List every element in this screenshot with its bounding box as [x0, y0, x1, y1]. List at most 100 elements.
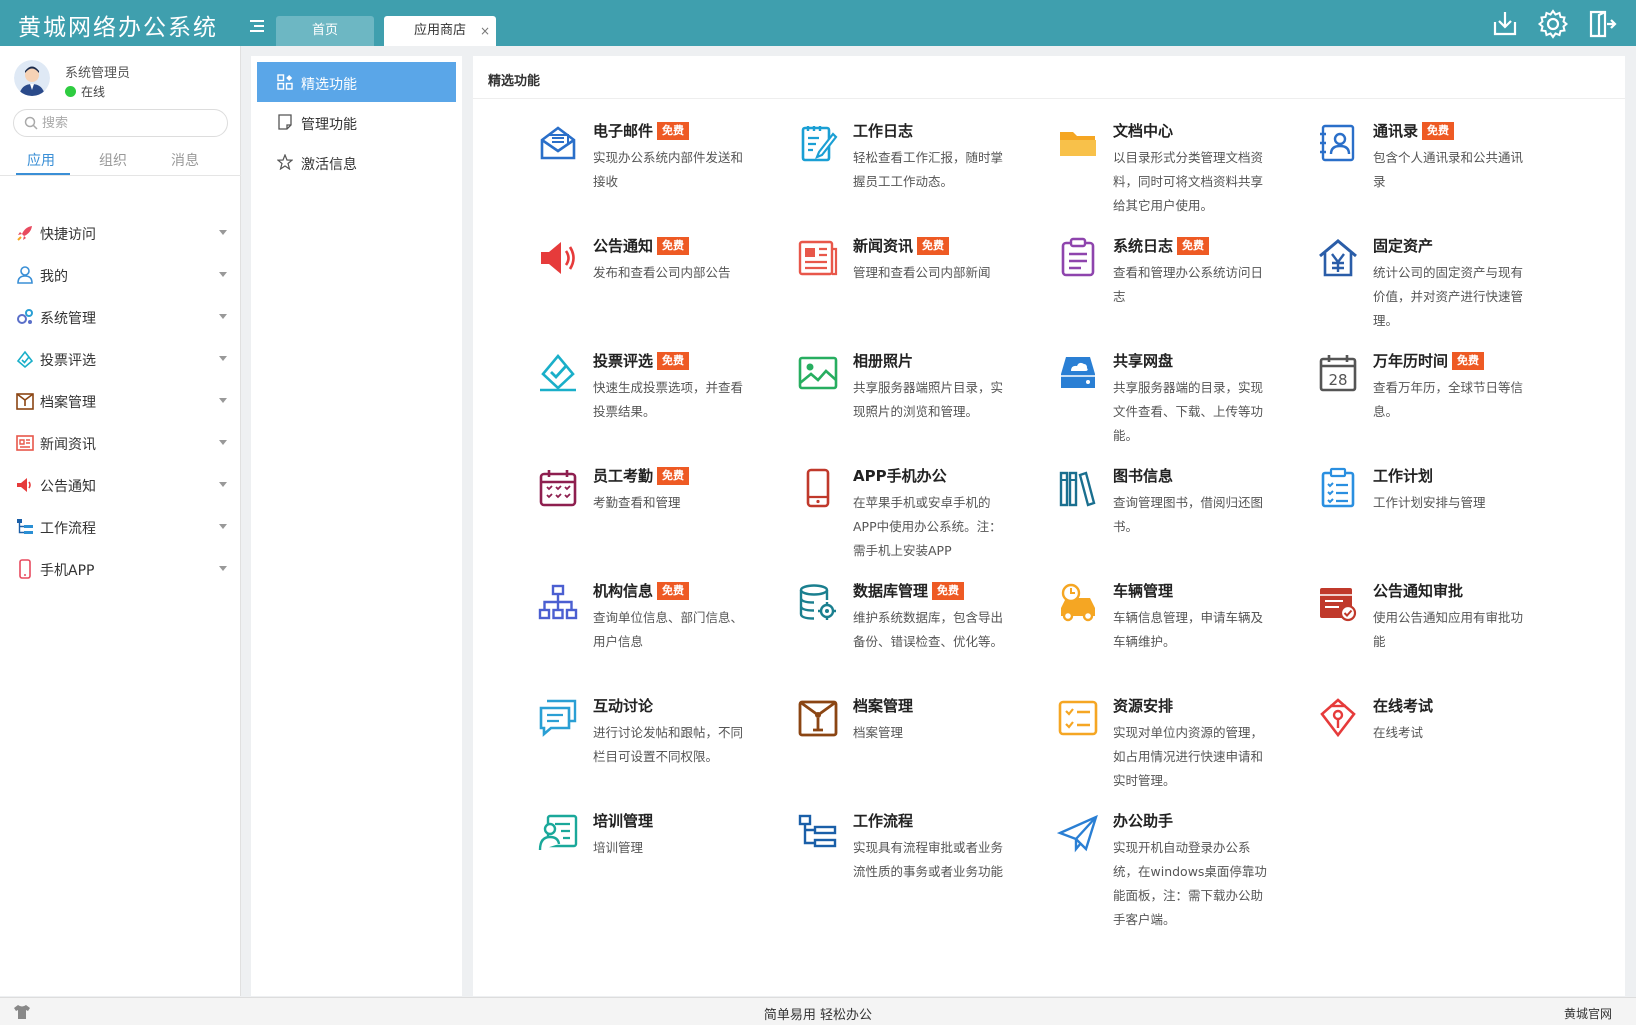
app-card[interactable]: 新闻资讯 免费 管理和查看公司内部新闻: [797, 233, 1047, 343]
app-card-title[interactable]: 新闻资讯: [853, 237, 913, 255]
app-card-title[interactable]: 工作流程: [853, 812, 913, 830]
tab-close-icon[interactable]: ×: [480, 16, 490, 46]
chevron-down-icon[interactable]: [219, 566, 227, 571]
sidebar-item[interactable]: 系统管理: [0, 297, 241, 337]
app-card[interactable]: 工作日志 轻松查看工作汇报，随时掌握员工工作动态。: [797, 118, 1047, 228]
logout-icon[interactable]: [1585, 8, 1617, 40]
sidebar-item[interactable]: 快捷访问: [0, 213, 241, 253]
app-card[interactable]: 档案管理 档案管理: [797, 693, 1047, 803]
app-card-title[interactable]: 互动讨论: [593, 697, 653, 715]
download-icon[interactable]: [1489, 8, 1521, 40]
app-card-title[interactable]: 固定资产: [1373, 237, 1433, 255]
menu-toggle-icon[interactable]: [250, 20, 264, 33]
tab-organization[interactable]: 组织: [99, 150, 127, 170]
sidebar-item[interactable]: 工作流程: [0, 507, 241, 547]
app-card-title[interactable]: 电子邮件: [593, 122, 653, 140]
app-card[interactable]: 车辆管理 车辆信息管理，申请车辆及车辆维护。: [1057, 578, 1307, 688]
free-badge: 免费: [657, 237, 690, 255]
search-input[interactable]: [42, 114, 212, 132]
app-card[interactable]: 文档中心 以目录形式分类管理文档资料，同时可将文档资料共享给其它用户使用。: [1057, 118, 1307, 228]
app-card-title[interactable]: 员工考勤: [593, 467, 653, 485]
app-card-title[interactable]: 培训管理: [593, 812, 653, 830]
app-card[interactable]: 培训管理 培训管理: [537, 808, 787, 918]
app-card[interactable]: 互动讨论 进行讨论发帖和跟帖，不同栏目可设置不同权限。: [537, 693, 787, 803]
chevron-down-icon[interactable]: [219, 272, 227, 277]
tab-messages[interactable]: 消息: [171, 150, 199, 170]
official-site-link[interactable]: 黄城官网: [1564, 1005, 1612, 1022]
app-card[interactable]: 员工考勤 免费 考勤查看和管理: [537, 463, 787, 573]
chevron-down-icon[interactable]: [219, 440, 227, 445]
app-card-title[interactable]: 公告通知: [593, 237, 653, 255]
app-card-title[interactable]: 投票评选: [593, 352, 653, 370]
app-card-title[interactable]: 共享网盘: [1113, 352, 1173, 370]
search-box[interactable]: [13, 109, 228, 137]
paper-plane-icon: [1057, 814, 1098, 853]
app-card-title[interactable]: 系统日志: [1113, 237, 1173, 255]
chevron-down-icon[interactable]: [219, 398, 227, 403]
app-card-title[interactable]: 工作计划: [1373, 467, 1433, 485]
avatar[interactable]: [14, 60, 50, 96]
app-card[interactable]: 通讯录 免费 包含个人通讯录和公共通讯录: [1317, 118, 1567, 228]
app-card-title[interactable]: 办公助手: [1113, 812, 1173, 830]
subnav-activation[interactable]: 激活信息: [257, 142, 456, 182]
app-card[interactable]: 工作计划 工作计划安排与管理: [1317, 463, 1567, 573]
phone-icon: [19, 559, 31, 579]
app-card[interactable]: 工作流程 实现具有流程审批或者业务流性质的事务或者业务功能: [797, 808, 1047, 918]
subnav-featured[interactable]: 精选功能: [257, 62, 456, 102]
app-card[interactable]: 投票评选 免费 快速生成投票选项，并查看投票结果。: [537, 348, 787, 458]
app-card[interactable]: APP手机办公 在苹果手机或安卓手机的APP中使用办公系统。注：需手机上安装AP…: [797, 463, 1047, 573]
app-card[interactable]: 系统日志 免费 查看和管理办公系统访问日志: [1057, 233, 1307, 343]
app-card-title[interactable]: 通讯录: [1373, 122, 1418, 140]
chevron-down-icon[interactable]: [219, 524, 227, 529]
app-card[interactable]: 公告通知 免费 发布和查看公司内部公告: [537, 233, 787, 343]
online-status-dot: [65, 86, 76, 97]
app-card[interactable]: 办公助手 实现开机自动登录办公系统，在windows桌面停靠功能面板，注：需下载…: [1057, 808, 1307, 927]
sidebar-item[interactable]: 我的: [0, 255, 241, 295]
car-icon: [1061, 583, 1095, 622]
app-card-title[interactable]: 机构信息: [593, 582, 653, 600]
app-card[interactable]: 固定资产 统计公司的固定资产与现有价值，并对资产进行快速管理。: [1317, 233, 1567, 343]
app-card-title[interactable]: 文档中心: [1113, 122, 1173, 140]
app-card-title[interactable]: 资源安排: [1113, 697, 1173, 715]
app-card-title[interactable]: 图书信息: [1113, 467, 1173, 485]
app-card[interactable]: 共享网盘 共享服务器端的目录，实现文件查看、下载、上传等功能。: [1057, 348, 1307, 458]
subnav-management[interactable]: 管理功能: [257, 102, 456, 142]
app-card-title[interactable]: 工作日志: [853, 122, 913, 140]
app-card-title[interactable]: 万年历时间: [1373, 352, 1448, 370]
sidebar-item[interactable]: 公告通知: [0, 465, 241, 505]
app-card-title[interactable]: 相册照片: [853, 352, 913, 370]
sidebar-item[interactable]: 新闻资讯: [0, 423, 241, 463]
app-card-title-row: 文档中心: [1113, 120, 1173, 141]
chevron-down-icon[interactable]: [219, 356, 227, 361]
app-card[interactable]: 图书信息 查询管理图书，借阅归还图书。: [1057, 463, 1307, 573]
chevron-down-icon[interactable]: [219, 314, 227, 319]
app-card-title[interactable]: APP手机办公: [853, 467, 947, 485]
app-card[interactable]: 机构信息 免费 查询单位信息、部门信息、用户信息: [537, 578, 787, 688]
app-card-title[interactable]: 公告通知审批: [1373, 582, 1463, 600]
app-card-title-row: 相册照片: [853, 350, 913, 371]
app-card-title[interactable]: 档案管理: [853, 697, 913, 715]
app-card-description: 查看和管理办公系统访问日志: [1113, 265, 1264, 304]
sidebar-item[interactable]: 投票评选: [0, 339, 241, 379]
chevron-down-icon[interactable]: [219, 482, 227, 487]
main-title: 精选功能: [488, 74, 541, 89]
sidebar-item[interactable]: 手机APP: [0, 549, 241, 589]
app-card-title[interactable]: 车辆管理: [1113, 582, 1173, 600]
tab-home[interactable]: 首页: [276, 16, 374, 46]
tab-app-store[interactable]: 应用商店 ×: [384, 16, 496, 46]
gear-icon[interactable]: [1537, 8, 1569, 40]
app-card-title-row: 图书信息: [1113, 465, 1173, 486]
app-card[interactable]: 电子邮件 免费 实现办公系统内部件发送和接收: [537, 118, 787, 228]
app-card-title[interactable]: 数据库管理: [853, 582, 928, 600]
app-card[interactable]: 28 万年历时间 免费 查看万年历，全球节日等信息。: [1317, 348, 1567, 458]
app-card-title[interactable]: 在线考试: [1373, 697, 1433, 715]
app-card[interactable]: 相册照片 共享服务器端照片目录，实现照片的浏览和管理。: [797, 348, 1047, 458]
tab-apps[interactable]: 应用: [27, 150, 55, 170]
archive-icon: [16, 393, 34, 410]
sidebar-item[interactable]: 档案管理: [0, 381, 241, 421]
app-card[interactable]: 在线考试 在线考试: [1317, 693, 1567, 803]
app-card[interactable]: 数据库管理 免费 维护系统数据库，包含导出备份、错误检查、优化等。: [797, 578, 1047, 688]
chevron-down-icon[interactable]: [219, 230, 227, 235]
app-card[interactable]: 公告通知审批 使用公告通知应用有审批功能: [1317, 578, 1567, 688]
app-card[interactable]: 资源安排 实现对单位内资源的管理，如占用情况进行快速申请和实时管理。: [1057, 693, 1307, 803]
